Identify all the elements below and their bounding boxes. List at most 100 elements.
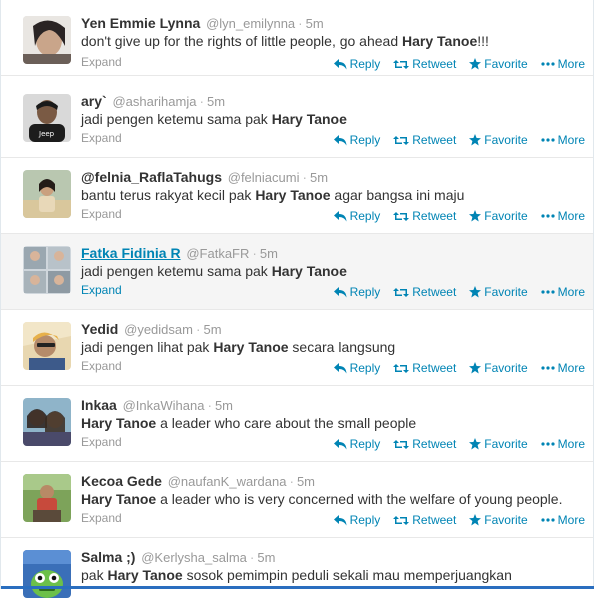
tweet-fullname[interactable]: ary`	[81, 93, 107, 109]
tweet-actions: Reply Retweet Favorite More	[321, 361, 585, 375]
user-avatar-photo[interactable]	[23, 246, 71, 294]
favorite-button[interactable]: Favorite	[469, 513, 528, 527]
tweet-timestamp[interactable]: 5m	[260, 246, 278, 261]
expand-link[interactable]: Expand	[81, 207, 122, 221]
tweet-fullname[interactable]: Yen Emmie Lynna	[81, 15, 200, 31]
favorite-button[interactable]: Favorite	[469, 133, 528, 147]
tweet-username[interactable]: @Kerlysha_salma	[141, 550, 247, 565]
more-button[interactable]: More	[541, 361, 585, 375]
more-button[interactable]: More	[541, 57, 585, 71]
retweet-button[interactable]: Retweet	[393, 285, 456, 299]
tweet-timestamp[interactable]: 5m	[207, 94, 225, 109]
expand-link[interactable]: Expand	[81, 511, 122, 525]
reply-icon	[333, 438, 347, 449]
retweet-icon	[393, 439, 410, 449]
tweet-text-bold: Hary Tanoe	[107, 567, 183, 583]
tweet-timestamp[interactable]: 5m	[215, 398, 233, 413]
tweet-item[interactable]: Salma ;) @Kerlysha_salma · 5m pak Hary Tan…	[1, 538, 593, 614]
separator-dot: ·	[302, 170, 307, 185]
tweet-item[interactable]: Yen Emmie Lynna @lyn_emilynna · 5m don't g…	[1, 0, 593, 76]
tweet-username[interactable]: @lyn_emilynna	[206, 16, 295, 31]
retweet-icon	[393, 135, 410, 145]
tweet-fullname[interactable]: Salma ;)	[81, 549, 135, 565]
reply-button[interactable]: Reply	[333, 209, 380, 223]
tweet-username[interactable]: @InkaWihana	[123, 398, 205, 413]
reply-button[interactable]: Reply	[333, 133, 380, 147]
tweet-text: pak Hary Tanoe sosok pemimpin peduli sek…	[81, 566, 512, 585]
tweet-fullname[interactable]: @felnia_RaflaTahugs	[81, 169, 222, 185]
tweet-item[interactable]: @felnia_RaflaTahugs @felniacumi · 5m bantu…	[1, 158, 593, 234]
retweet-button[interactable]: Retweet	[393, 133, 456, 147]
expand-link[interactable]: Expand	[81, 55, 122, 69]
user-avatar-photo[interactable]: Jeep	[23, 94, 71, 142]
tweet-text: Hary Tanoe a leader who is very concerne…	[81, 490, 562, 509]
favorite-button[interactable]: Favorite	[469, 57, 528, 71]
tweet-item[interactable]: Kecoa Gede @naufanK_wardana · 5m Hary Tano…	[1, 462, 593, 538]
retweet-icon	[393, 59, 410, 69]
tweet-item[interactable]: Jeep ary` @asharihamja · 5m jadi pengen ke…	[1, 82, 593, 158]
favorite-button[interactable]: Favorite	[469, 437, 528, 451]
tweet-timestamp[interactable]: 5m	[257, 550, 275, 565]
favorite-label: Favorite	[484, 209, 528, 223]
reply-button[interactable]: Reply	[333, 57, 381, 71]
more-button[interactable]: More	[541, 513, 585, 527]
expand-link[interactable]: Expand	[81, 283, 122, 297]
retweet-button[interactable]: Retweet	[393, 437, 456, 451]
more-button[interactable]: More	[541, 209, 585, 223]
user-avatar-photo[interactable]	[23, 16, 71, 64]
more-button[interactable]: More	[541, 133, 585, 147]
tweet-timeline: Yen Emmie Lynna @lyn_emilynna · 5m don't g…	[0, 0, 594, 614]
favorite-button[interactable]: Favorite	[469, 361, 528, 375]
user-avatar-photo[interactable]	[23, 474, 71, 522]
tweet-username[interactable]: @asharihamja	[112, 94, 196, 109]
tweet-fullname[interactable]: Kecoa Gede	[81, 473, 162, 489]
expand-link[interactable]: Expand	[81, 359, 122, 373]
reply-button[interactable]: Reply	[333, 361, 380, 375]
more-label: More	[557, 57, 585, 71]
tweet-actions: Reply Retweet Favorite More	[321, 57, 585, 71]
tweet-text-part: pak	[81, 567, 108, 583]
expand-link[interactable]: Expand	[81, 435, 122, 449]
reply-label: Reply	[349, 57, 381, 71]
user-avatar-cartoon[interactable]	[23, 550, 71, 598]
tweet-item[interactable]: Yedid @yedidsam · 5m jadi pengen lihat pak…	[1, 310, 593, 386]
tweet-item[interactable]: Inkaa @InkaWihana · 5m Hary Tanoe a leader…	[1, 386, 593, 462]
retweet-button[interactable]: Retweet	[393, 209, 456, 223]
favorite-button[interactable]: Favorite	[469, 209, 528, 223]
more-button[interactable]: More	[541, 437, 585, 451]
user-avatar-photo[interactable]	[23, 398, 71, 446]
tweet-username[interactable]: @yedidsam	[124, 322, 193, 337]
reply-button[interactable]: Reply	[333, 285, 380, 299]
tweet-username[interactable]: @FatkaFR	[186, 246, 249, 261]
tweet-timestamp[interactable]: 5m	[306, 16, 324, 31]
retweet-icon	[393, 211, 410, 221]
tweet-fullname[interactable]: Inkaa	[81, 397, 117, 413]
tweet-item[interactable]: Fatka Fidinia R @FatkaFR · 5m jadi pengen …	[1, 234, 593, 310]
tweet-fullname[interactable]: Fatka Fidinia R	[81, 245, 181, 261]
tweet-timestamp[interactable]: 5m	[310, 170, 328, 185]
tweet-text-part: sosok pemimpin peduli sekali mau memperj…	[182, 567, 512, 583]
tweet-username[interactable]: @naufanK_wardana	[168, 474, 287, 489]
tweet-timestamp[interactable]: 5m	[203, 322, 221, 337]
tweet-timestamp[interactable]: 5m	[297, 474, 315, 489]
retweet-label: Retweet	[412, 57, 457, 71]
favorite-button[interactable]: Favorite	[469, 285, 528, 299]
retweet-button[interactable]: Retweet	[393, 513, 456, 527]
retweet-button[interactable]: Retweet	[393, 57, 456, 71]
more-label: More	[557, 285, 585, 299]
tweet-text: jadi pengen ketemu sama pak Hary Tanoe	[81, 262, 347, 281]
reply-button[interactable]: Reply	[333, 513, 380, 527]
tweet-header: Inkaa @InkaWihana · 5m	[81, 396, 233, 415]
user-avatar-photo[interactable]	[23, 322, 71, 370]
expand-link[interactable]: Expand	[81, 131, 122, 145]
tweet-text-part: !!!	[477, 33, 489, 49]
more-button[interactable]: More	[541, 285, 585, 299]
more-dots-icon	[541, 138, 555, 142]
reply-button[interactable]: Reply	[333, 437, 380, 451]
more-dots-icon	[541, 214, 555, 218]
user-avatar-photo[interactable]	[23, 170, 71, 218]
tweet-username[interactable]: @felniacumi	[228, 170, 300, 185]
tweet-fullname[interactable]: Yedid	[81, 321, 118, 337]
tweet-actions: Reply Retweet Favorite More	[321, 209, 585, 223]
retweet-button[interactable]: Retweet	[393, 361, 456, 375]
